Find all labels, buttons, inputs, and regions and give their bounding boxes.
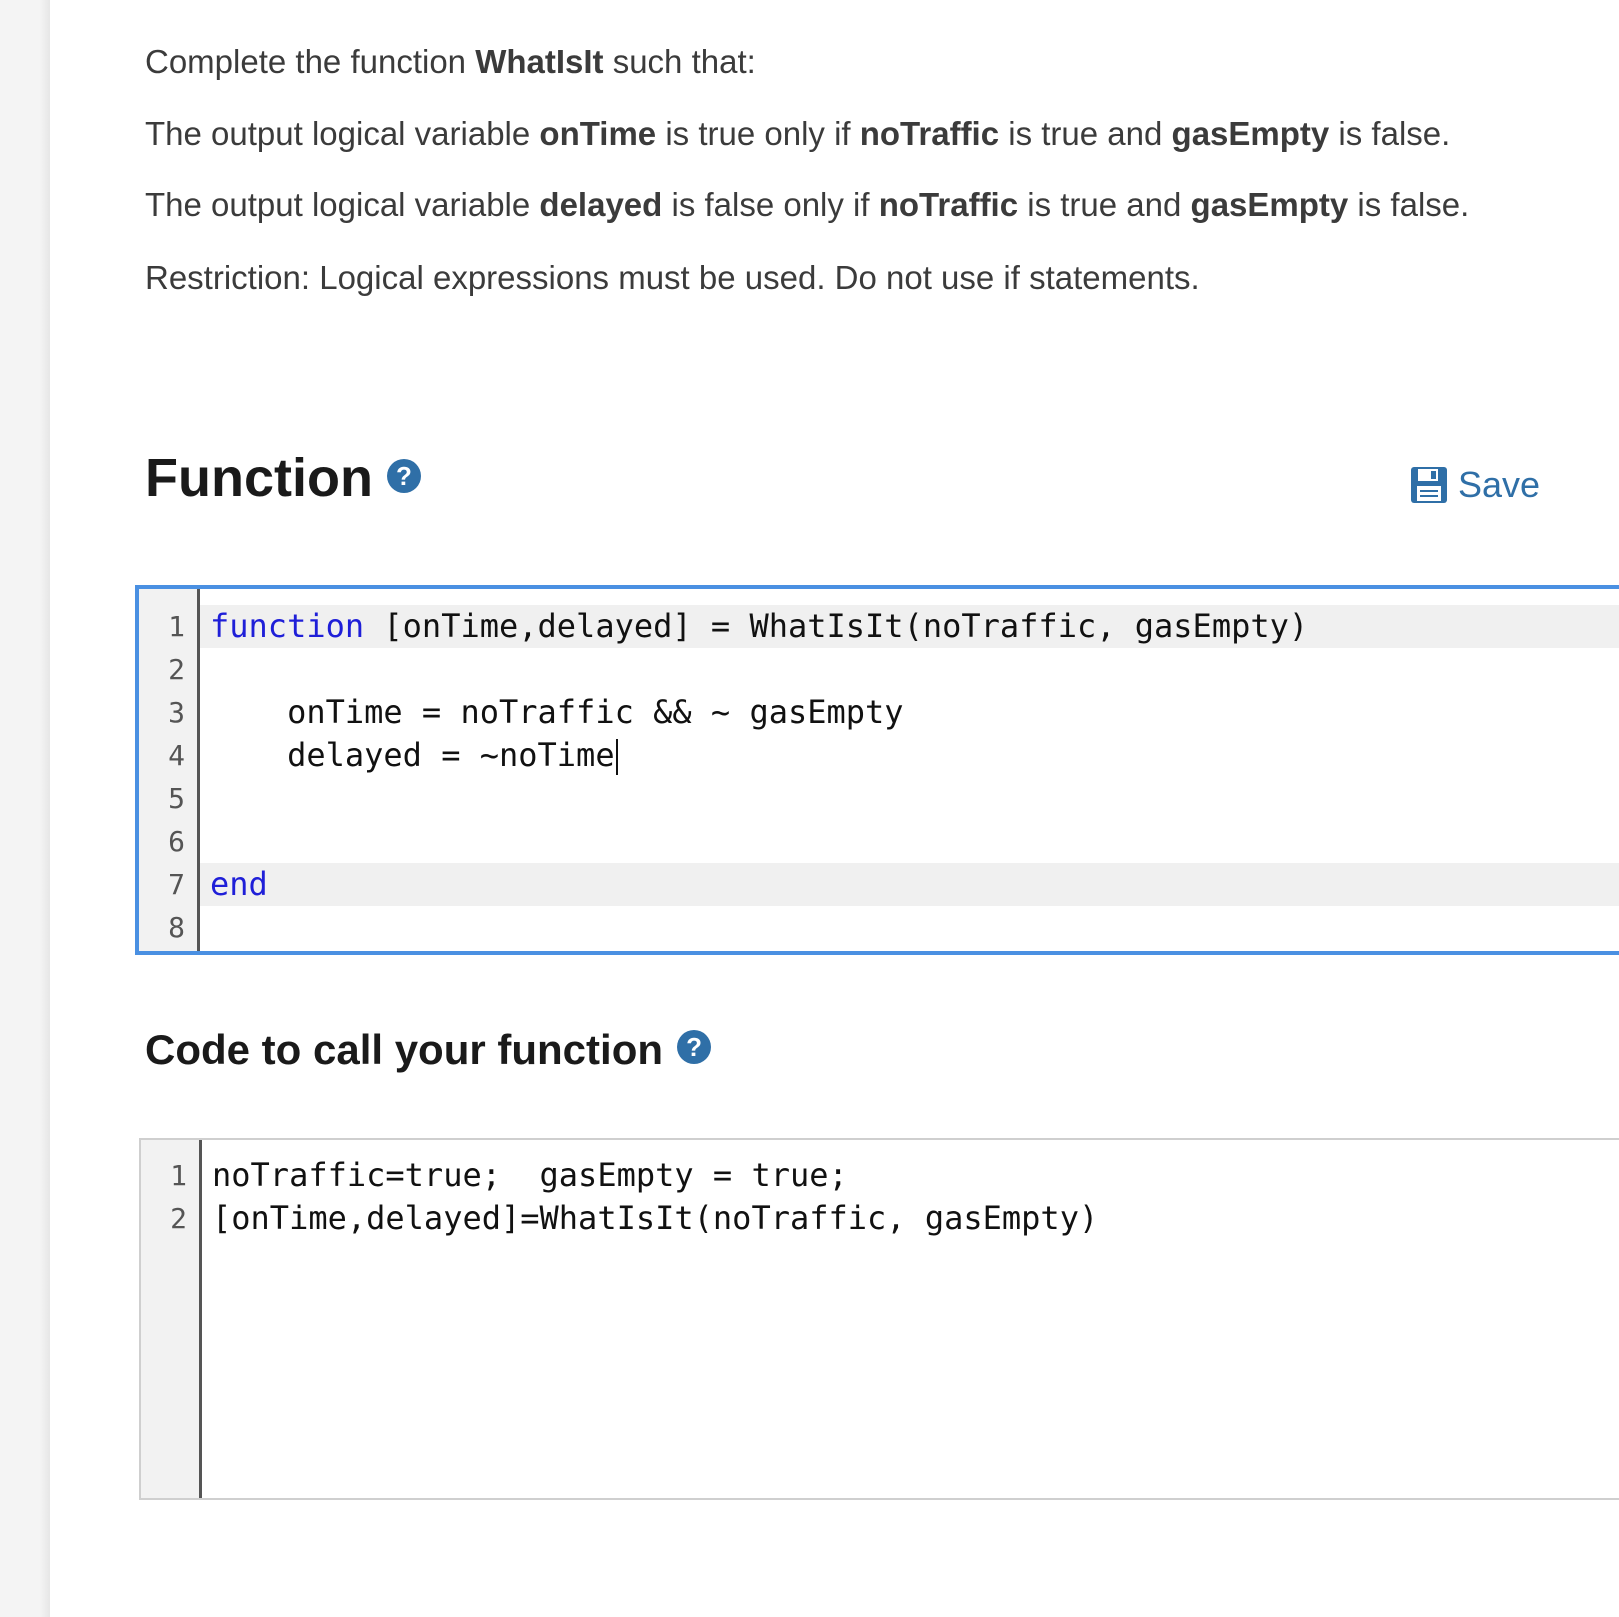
function-heading: Function? — [145, 448, 421, 508]
call-code-heading: Code to call your function? — [145, 1025, 712, 1075]
call-code-editor[interactable]: 1 2 noTraffic=true; gasEmpty = true; [on… — [139, 1138, 1619, 1500]
code-line[interactable]: noTraffic=true; gasEmpty = true; — [202, 1154, 1619, 1197]
line-number: 5 — [168, 782, 185, 815]
code-line[interactable]: [onTime,delayed]=WhatIsIt(noTraffic, gas… — [202, 1197, 1619, 1240]
code-line-current[interactable]: delayed = ~noTime — [200, 734, 1619, 777]
save-button[interactable]: Save — [1410, 462, 1540, 508]
code-line[interactable]: end — [200, 863, 1619, 906]
description-line-2: The output logical variable onTime is tr… — [145, 115, 1451, 152]
line-number: 2 — [168, 653, 185, 686]
code-line[interactable]: onTime = noTraffic && ~ gasEmpty — [200, 691, 1619, 734]
keyword-end: end — [210, 865, 268, 903]
function-code-editor[interactable]: 1 2 3 4 5 6 7 8 function [onTime,delayed… — [135, 585, 1619, 955]
save-label: Save — [1458, 464, 1541, 505]
line-number-gutter: 1 2 3 4 5 6 7 8 — [139, 589, 200, 951]
call-code-title: Code to call your function — [145, 1026, 664, 1073]
code-line[interactable] — [200, 820, 1619, 863]
code-line[interactable] — [200, 906, 1619, 949]
line-number: 1 — [168, 610, 185, 643]
floppy-disk-icon — [1411, 467, 1447, 503]
code-line[interactable] — [200, 777, 1619, 820]
line-number: 2 — [170, 1202, 187, 1235]
code-line[interactable] — [200, 648, 1619, 691]
text-cursor — [615, 739, 618, 775]
help-icon[interactable]: ? — [677, 1029, 712, 1064]
help-icon[interactable]: ? — [386, 458, 421, 493]
line-number: 3 — [168, 696, 185, 729]
line-number-gutter: 1 2 — [141, 1140, 202, 1498]
line-number: 6 — [168, 825, 185, 858]
line-number: 1 — [170, 1159, 187, 1192]
keyword-function: function — [210, 607, 365, 645]
function-title: Function — [145, 448, 373, 508]
line-number: 7 — [168, 868, 185, 901]
description-line-3: The output logical variable delayed is f… — [145, 186, 1470, 223]
description-line-1: Complete the function WhatIsIt such that… — [145, 43, 756, 80]
line-number: 4 — [168, 739, 185, 772]
restriction-text: Restriction: Logical expressions must be… — [145, 259, 1200, 296]
code-line[interactable]: function [onTime,delayed] = WhatIsIt(noT… — [200, 605, 1619, 648]
line-number: 8 — [168, 911, 185, 944]
left-rail — [0, 0, 50, 1617]
